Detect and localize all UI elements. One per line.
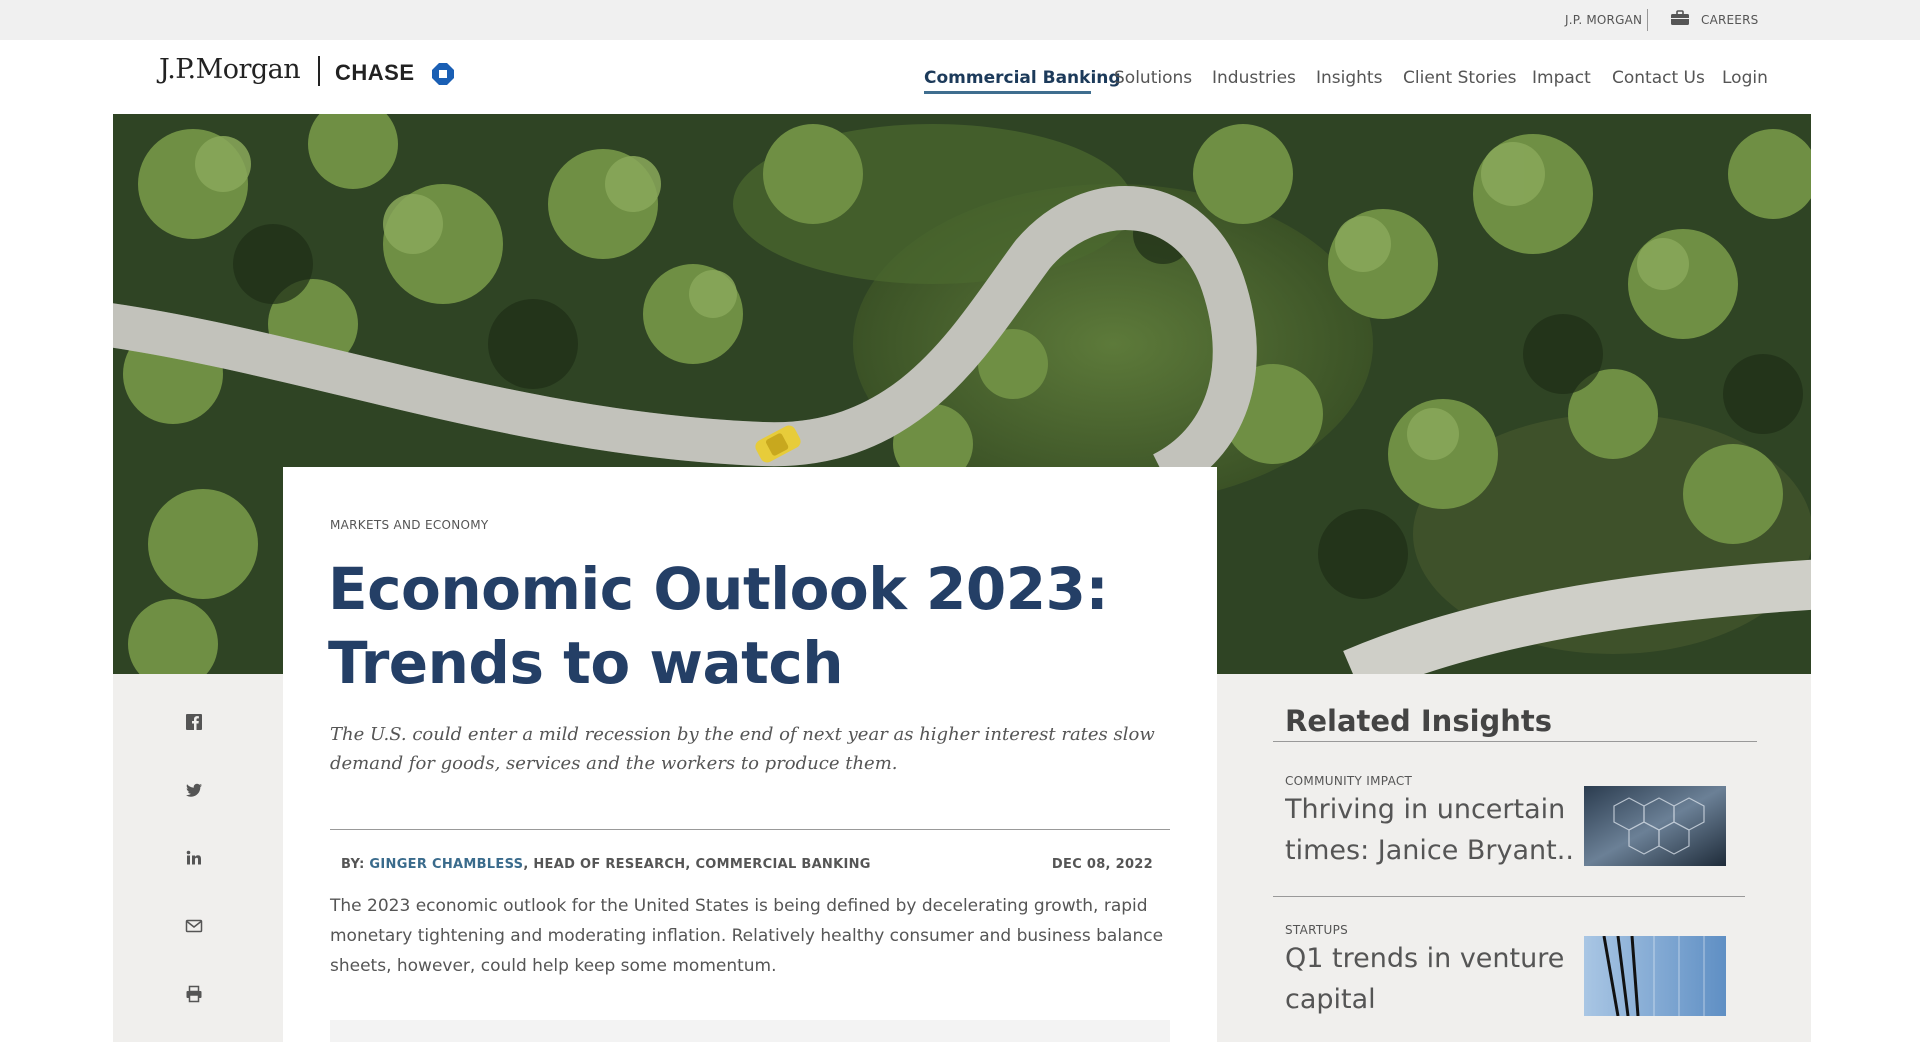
hexagon-glass-image [1584,786,1726,866]
site-header: J.P.Morgan CHASE Commercial Banking Solu… [0,40,1920,114]
related-item-title[interactable]: Thriving in uncertain times: Janice Brya… [1285,789,1575,871]
related-item-thumbnail[interactable] [1584,936,1726,1016]
email-icon[interactable] [185,917,203,935]
publish-date: DEC 08, 2022 [1051,857,1153,872]
building-glass-image [1584,936,1726,1016]
article-category[interactable]: MARKETS AND ECONOMY [330,518,489,532]
briefcase-icon[interactable] [1670,10,1690,26]
related-item-title-line[interactable]: Q1 trends in venture [1285,938,1575,979]
divider [1273,896,1745,897]
author-role: , HEAD OF RESEARCH, COMMERCIAL BANKING [523,857,871,872]
nav-insights[interactable]: Insights [1316,68,1382,88]
content-box [330,1020,1170,1042]
page-title: Economic Outlook 2023: Trends to watch [328,555,1109,697]
jpmorgan-link[interactable]: J.P. MORGAN [1565,13,1642,27]
related-item-category: COMMUNITY IMPACT [1285,774,1413,788]
author-link[interactable]: GINGER CHAMBLESS [369,857,523,872]
nav-solutions[interactable]: Solutions [1114,68,1192,88]
related-item-title-line[interactable]: capital [1285,979,1575,1020]
nav-impact[interactable]: Impact [1532,68,1591,88]
print-icon[interactable] [185,985,203,1003]
article-body: The 2023 economic outlook for the United… [330,896,1164,976]
related-item-category: STARTUPS [1285,923,1349,937]
related-insights-heading: Related Insights [1285,704,1553,738]
nav-client-stories[interactable]: Client Stories [1403,68,1517,88]
nav-industries[interactable]: Industries [1212,68,1296,88]
utility-bar: J.P. MORGAN CAREERS [0,0,1920,40]
byline-prefix: BY: [341,857,370,872]
divider [330,829,1170,830]
facebook-icon[interactable] [185,713,203,731]
utility-divider [1647,9,1648,31]
divider [1273,741,1757,742]
related-item-title-line[interactable]: Thriving in uncertain [1285,789,1575,830]
nav-contact-us[interactable]: Contact Us [1612,68,1705,88]
article-subtitle: The U.S. could enter a mild recession by… [330,724,1155,774]
related-item-title[interactable]: Q1 trends in venture capital [1285,938,1575,1020]
nav-login[interactable]: Login [1722,68,1768,88]
careers-link[interactable]: CAREERS [1701,13,1758,27]
related-item-thumbnail[interactable] [1584,786,1726,866]
nav-active-underline [924,91,1091,94]
twitter-icon[interactable] [185,781,203,799]
related-item-title-line[interactable]: times: Janice Bryant... [1285,830,1575,871]
nav-commercial-banking[interactable]: Commercial Banking [924,68,1121,88]
linkedin-icon[interactable] [185,849,203,867]
byline: BY: GINGER CHAMBLESS, HEAD OF RESEARCH, … [341,857,871,872]
article-card: MARKETS AND ECONOMY Economic Outlook 202… [283,467,1217,1042]
